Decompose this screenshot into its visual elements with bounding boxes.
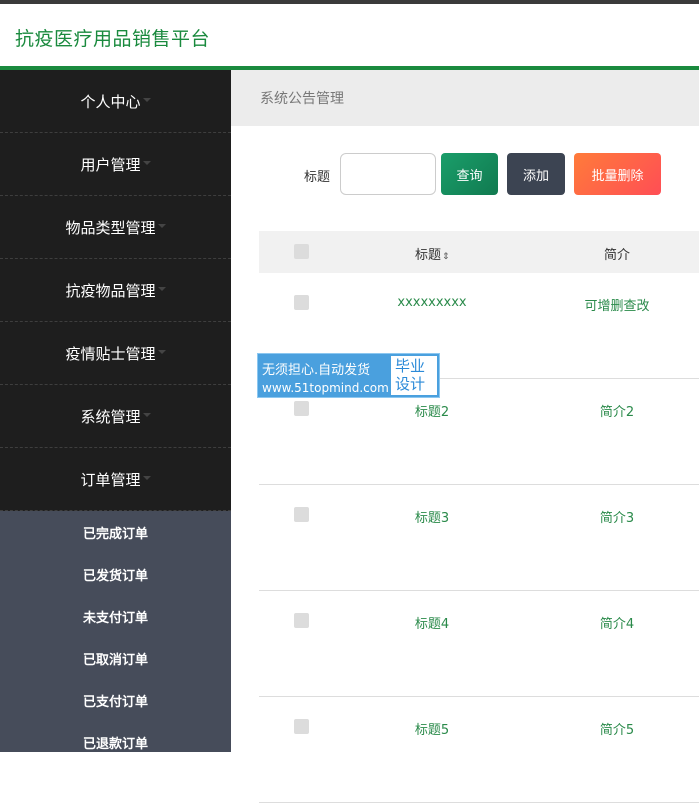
column-header-intro: 简介 (604, 248, 631, 263)
sidebar-item-label: 个人中心 (80, 92, 141, 111)
app-title: 抗疫医疗用品销售平台 (15, 28, 211, 50)
search-button[interactable]: 查询 (441, 153, 498, 195)
sidebar-item-label: 用户管理 (80, 155, 141, 174)
sidebar-item-label: 抗疫物品管理 (65, 281, 156, 300)
watermark-banner: 无须担心.自动发货 www.51topmind.com 毕业 设计 (257, 353, 440, 398)
caret-down-icon (157, 350, 166, 354)
watermark-text: 无须担心.自动发货 www.51topmind.com (262, 359, 389, 395)
breadcrumb-current: 系统公告管理 (260, 91, 344, 107)
submenu-item-refunded[interactable]: 已退款订单 (0, 721, 231, 752)
submenu-item-completed[interactable]: 已完成订单 (0, 511, 231, 553)
table-row: 标题3 简介3 (259, 485, 699, 591)
sidebar-item-label: 订单管理 (80, 470, 141, 489)
sort-icon[interactable]: ⇕ (442, 252, 450, 262)
sidebar-item-user-management[interactable]: 用户管理 (0, 133, 231, 196)
sidebar-item-label: 疫情贴士管理 (65, 344, 156, 363)
column-header-title-label: 标题 (415, 248, 442, 263)
sidebar-item-system-management[interactable]: 系统管理 (0, 385, 231, 448)
submenu-item-unpaid[interactable]: 未支付订单 (0, 595, 231, 637)
order-submenu: 已完成订单 已发货订单 未支付订单 已取消订单 已支付订单 已退款订单 (0, 511, 231, 752)
submenu-item-shipped[interactable]: 已发货订单 (0, 553, 231, 595)
table-row: 标题4 简介4 (259, 591, 699, 697)
cell-intro: 简介5 (599, 723, 635, 738)
breadcrumb: 系统公告管理 (231, 70, 699, 126)
caret-down-icon (142, 476, 151, 480)
sidebar-item-label: 系统管理 (80, 407, 141, 426)
title-filter-label: 标题 (304, 170, 331, 185)
caret-down-icon (157, 287, 166, 291)
table-header: 标题⇕ 简介 (259, 231, 699, 273)
caret-down-icon (142, 98, 151, 102)
cell-intro: 简介2 (599, 405, 635, 420)
caret-down-icon (142, 161, 151, 165)
select-all-checkbox[interactable] (294, 244, 309, 259)
watermark-badge-line2: 设计 (395, 375, 426, 393)
cell-intro: 简介3 (599, 511, 635, 526)
submenu-item-cancelled[interactable]: 已取消订单 (0, 637, 231, 679)
sidebar-item-supplies-management[interactable]: 抗疫物品管理 (0, 259, 231, 322)
cell-intro: 可增删查改 (584, 299, 650, 314)
sidebar-item-tips-management[interactable]: 疫情贴士管理 (0, 322, 231, 385)
sidebar: 个人中心 用户管理 物品类型管理 抗疫物品管理 疫情贴士管理 系统管理 订单管理… (0, 70, 231, 752)
sidebar-item-order-management[interactable]: 订单管理 (0, 448, 231, 511)
watermark-badge-line1: 毕业 (395, 357, 426, 375)
submenu-item-paid[interactable]: 已支付订单 (0, 679, 231, 721)
add-button[interactable]: 添加 (507, 153, 565, 195)
table-row: 标题5 简介5 (259, 697, 699, 803)
caret-down-icon (157, 224, 166, 228)
caret-down-icon (142, 413, 151, 417)
app-header: 抗疫医疗用品销售平台 (0, 4, 699, 67)
cell-intro: 简介4 (599, 617, 635, 632)
sidebar-item-item-type-management[interactable]: 物品类型管理 (0, 196, 231, 259)
title-search-input[interactable] (340, 153, 436, 195)
batch-delete-button[interactable]: 批量删除 (574, 153, 661, 195)
announcement-table: 标题⇕ 简介 xxxxxxxxx 可增删查改 标题2 简介2 标题3 简介3 标… (259, 231, 699, 803)
watermark-url: www.51topmind.com (262, 381, 389, 395)
watermark-line1: 无须担心.自动发货 (262, 363, 371, 378)
watermark-badge: 毕业 设计 (391, 356, 437, 395)
sidebar-item-personal-center[interactable]: 个人中心 (0, 70, 231, 133)
column-header-title[interactable]: 标题⇕ (415, 244, 450, 263)
sidebar-item-label: 物品类型管理 (65, 218, 156, 237)
